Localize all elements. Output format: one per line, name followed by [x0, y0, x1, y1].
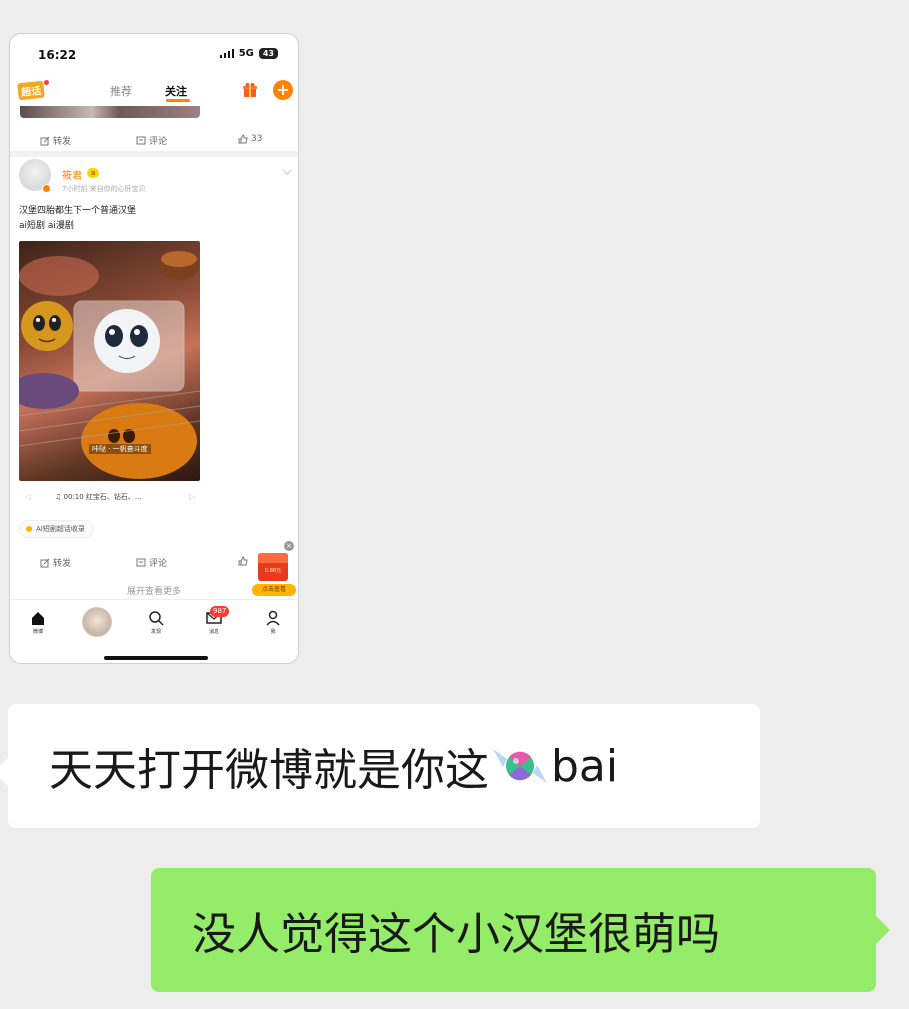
- topic-tag[interactable]: AI短剧超话收录: [19, 520, 94, 538]
- repost-button[interactable]: 转发: [40, 134, 71, 147]
- previous-post-image[interactable]: [20, 106, 200, 118]
- tab-messages-label: 消息: [208, 629, 219, 635]
- close-icon[interactable]: ×: [284, 541, 294, 551]
- tab-indicator: [166, 99, 190, 102]
- battery-icon: 43: [258, 48, 278, 59]
- tab-discover[interactable]: 发现: [141, 610, 171, 635]
- notification-dot: [44, 80, 49, 85]
- comment-label: 评论: [149, 559, 168, 569]
- incoming-message-text: 天天打开微博就是你这: [49, 745, 489, 796]
- next-icon[interactable]: ▷: [189, 492, 195, 501]
- author-name[interactable]: 筱君: [62, 167, 82, 182]
- incoming-message-suffix: bai: [551, 740, 619, 792]
- home-indicator: [104, 656, 208, 660]
- tab-discover-label: 发现: [150, 629, 161, 635]
- signal-icon: [219, 49, 234, 58]
- verified-badge-icon: [42, 184, 51, 193]
- tab-home[interactable]: 微博: [23, 610, 53, 635]
- comment-label: 评论: [149, 137, 168, 147]
- comment-button[interactable]: 评论: [136, 134, 167, 147]
- comment-icon: [136, 558, 146, 566]
- top-nav: 超话 推荐 关注 +: [10, 76, 298, 106]
- thumbs-up-icon: [238, 134, 248, 144]
- music-info: ♫ 00:10 红宝石、钻石、...: [55, 493, 142, 501]
- post-text-line-2: ai短剧 ai漫剧: [19, 221, 74, 231]
- tab-video-avatar[interactable]: [82, 607, 112, 637]
- red-packet-amount: 0.88元: [264, 568, 282, 574]
- topic-icon: [26, 526, 32, 532]
- music-bar[interactable]: ◁ ♫ 00:10 红宝石、钻石、... ▷: [19, 490, 200, 508]
- repost-icon: [40, 558, 50, 567]
- red-packet-flap: [258, 553, 288, 563]
- person-icon: [266, 610, 280, 626]
- tab-me-label: 我: [270, 629, 276, 635]
- comment-icon: [136, 136, 146, 144]
- compose-button[interactable]: +: [273, 80, 293, 100]
- previous-post-actions: 转发 评论 33: [10, 130, 298, 152]
- network-label: 5G: [238, 48, 254, 59]
- candy-emoji-icon: [493, 749, 547, 783]
- bottom-tab-bar: 微博 发现 消息 987 我: [10, 599, 298, 663]
- post-meta: 7小时前 来自你的心肝宝贝: [62, 185, 146, 193]
- like-count: 33: [251, 134, 263, 144]
- status-time: 16:22: [38, 48, 77, 62]
- repost-label: 转发: [53, 137, 72, 147]
- previous-icon[interactable]: ◁: [25, 492, 31, 501]
- repost-button[interactable]: 转发: [40, 556, 71, 569]
- tab-recommend[interactable]: 推荐: [110, 83, 132, 99]
- like-button[interactable]: 33: [238, 134, 262, 144]
- like-button[interactable]: [238, 556, 248, 566]
- messages-badge: 987: [210, 606, 230, 617]
- tab-home-label: 微博: [32, 629, 43, 635]
- repost-label: 转发: [53, 559, 72, 569]
- video-caption: 咔哒 · 一帆奋斗度: [89, 444, 151, 454]
- status-bar: 16:22 5G 43: [10, 34, 298, 76]
- thumbs-up-icon: [238, 556, 248, 566]
- comment-button[interactable]: 评论: [136, 556, 167, 569]
- outgoing-message-text: 没人觉得这个小汉堡很萌吗: [192, 909, 720, 960]
- post-divider: [10, 151, 298, 157]
- repost-icon: [40, 136, 50, 145]
- expand-more-link[interactable]: 展开查看更多: [10, 584, 298, 597]
- post-text: 汉堡四胎都生下一个普通汉堡 ai短剧 ai漫剧: [19, 204, 136, 234]
- outgoing-message-bubble[interactable]: 没人觉得这个小汉堡很萌吗: [151, 868, 890, 992]
- search-icon: [149, 611, 164, 626]
- red-packet-icon: 0.88元: [258, 553, 288, 581]
- post-text-line-1: 汉堡四胎都生下一个普通汉堡: [19, 206, 137, 216]
- status-right: 5G 43: [219, 48, 278, 59]
- shared-screenshot[interactable]: 16:22 5G 43 超话 推荐 关注 + 转发 评论 33 筱君 a 7小时…: [9, 33, 299, 664]
- topic-tag-label: AI短剧超话收录: [36, 525, 85, 533]
- post-video-thumbnail[interactable]: 咔哒 · 一帆奋斗度: [19, 241, 200, 481]
- supertopic-button[interactable]: 超话: [17, 80, 45, 101]
- tab-follow[interactable]: 关注: [165, 83, 187, 99]
- gift-icon[interactable]: [242, 82, 258, 98]
- incoming-message-bubble[interactable]: 天天打开微博就是你这 bai: [0, 704, 760, 828]
- vip-crown-icon: a: [87, 168, 100, 178]
- home-icon: [32, 612, 44, 625]
- chevron-down-icon[interactable]: [282, 168, 292, 176]
- tab-me[interactable]: 我: [258, 610, 288, 635]
